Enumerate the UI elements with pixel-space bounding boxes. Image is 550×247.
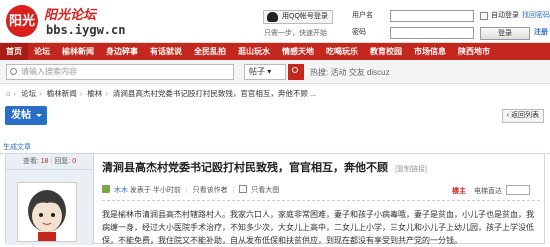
search-input[interactable]: 请输入搜索内容 xyxy=(6,64,234,80)
author-sidebar: 查看: 18 | 回复: 0 xyxy=(6,154,94,245)
views-count: 18 xyxy=(40,158,49,165)
breadcrumb-current: 清涧县高杰村党委书记殴打村民致残，官官相互，奔他不顾 ... xyxy=(112,89,317,98)
qq-login-label: 用QQ帐号登录 xyxy=(282,13,328,20)
hot-search-label: 热搜: xyxy=(310,68,329,77)
big-image-link[interactable]: 只看大图 xyxy=(251,187,279,194)
post-content: 我是榆林市清涧县高杰村辖路村人。我家六口人，家庭非常困难，妻子和孩子小病毒哦，妻… xyxy=(102,210,534,245)
post-main: 清涧县高杰村党委书记殴打村民致残，官官相互，奔他不顾 [复制链接] 木木 发表于… xyxy=(98,154,544,245)
author-name[interactable]: 木木 xyxy=(114,187,128,194)
thread-title: 清涧县高杰村党委书记殴打村民致残，官官相互，奔他不顾 [复制链接] xyxy=(102,159,427,175)
back-label: 返回列表 xyxy=(511,112,539,119)
post-time: 发表于 半小时前 xyxy=(129,187,181,194)
login-button[interactable]: 登录 xyxy=(480,27,530,40)
floor-label: 楼主 xyxy=(452,188,467,195)
hot-search: 热搜: 活动 交友 discuz xyxy=(310,67,390,78)
nav-item-talk[interactable]: 有话就说 xyxy=(144,43,188,60)
nav-item-photos[interactable]: 全民乱拍 xyxy=(188,43,232,60)
nav-item-emotion[interactable]: 情感天地 xyxy=(276,43,320,60)
qq-login-note: 只需一步，快速开始 xyxy=(264,30,327,37)
nav-item-travel[interactable]: 逛山玩水 xyxy=(232,43,276,60)
site-url: bbs.iygw.cn xyxy=(46,23,126,37)
username-input[interactable] xyxy=(390,10,474,22)
password-input[interactable] xyxy=(390,27,474,39)
new-post-label: 发帖 xyxy=(11,110,31,121)
auto-login-checkbox[interactable] xyxy=(480,12,488,20)
views-label: 查看: xyxy=(22,158,39,165)
nav-item-cities[interactable]: 陕西地市 xyxy=(452,43,496,60)
thread-post: 查看: 18 | 回复: 0 清涧县高杰村党委书记殴打村民致残，官官相互，奔他不… xyxy=(5,153,545,245)
avatar-image xyxy=(28,190,66,241)
search-type-label: 帖子 xyxy=(249,67,265,76)
replies-count: 0 xyxy=(72,158,77,165)
nav-item-yulin-news[interactable]: 榆林新闻 xyxy=(56,43,100,60)
thread-title-text: 清涧县高杰村党委书记殴打村民致残，官官相互，奔他不顾 xyxy=(102,162,388,174)
search-placeholder: 请输入搜索内容 xyxy=(21,67,77,76)
breadcrumb-item[interactable]: 论坛 xyxy=(21,89,36,98)
floor-jump-label: 电梯直达 xyxy=(474,188,503,195)
home-icon[interactable]: ⌂ xyxy=(6,89,11,98)
search-type-select[interactable]: 帖子 ▾ xyxy=(244,64,286,80)
nav-item-home[interactable]: 首页 xyxy=(0,43,28,60)
floor-info: 楼主 电梯直达 xyxy=(452,185,530,196)
breadcrumb-item[interactable]: 榆林新闻 xyxy=(47,89,77,98)
nav-item-education[interactable]: 教育校园 xyxy=(364,43,408,60)
qq-icon xyxy=(267,12,278,22)
breadcrumb-item[interactable]: 榆林 xyxy=(87,89,102,98)
site-header: 阳光 阳光论坛 bbs.iygw.cn 用QQ帐号登录 只需一步，快速开始 用户… xyxy=(0,0,550,43)
breadcrumb: ⌂ › 论坛 › 榆林新闻 › 榆林 › 清涧县高杰村党委书记殴打村民致残，官官相互，奔… xyxy=(6,89,317,98)
only-author-link[interactable]: 只看该作者 xyxy=(193,187,228,194)
floor-jump-input[interactable] xyxy=(506,185,530,195)
password-label: 密码 xyxy=(352,29,366,36)
search-button-icon xyxy=(292,67,298,73)
nav-item-food[interactable]: 吃喝玩乐 xyxy=(320,43,364,60)
site-name: 阳光论坛 xyxy=(44,8,97,23)
post-meta: 木木 发表于 半小时前 | 只看该作者 | 只看大图 xyxy=(102,185,279,195)
search-icon xyxy=(10,68,17,75)
search-button[interactable] xyxy=(288,64,304,80)
forgot-password-link[interactable]: 找回密码 xyxy=(522,10,550,22)
chevron-down-icon xyxy=(36,114,42,120)
hot-term[interactable]: 交友 xyxy=(349,68,365,77)
nav-item-forum[interactable]: 论坛 xyxy=(28,43,56,60)
hot-term[interactable]: discuz xyxy=(367,68,390,77)
new-post-button[interactable]: 发帖 xyxy=(5,106,47,125)
online-icon xyxy=(102,185,110,193)
thread-stats: 查看: 18 | 回复: 0 xyxy=(6,154,93,170)
avatar[interactable] xyxy=(17,182,77,242)
search-bar: 请输入搜索内容 帖子 ▾ 热搜: 活动 交友 discuz xyxy=(0,60,550,84)
register-link[interactable]: 注册 xyxy=(534,27,548,39)
username-label: 用户名 xyxy=(352,12,373,19)
thread-toolbar: 发帖 ‹ 返回列表 xyxy=(0,104,550,128)
main-nav: 首页 论坛 榆林新闻 身边碎事 有话就说 全民乱拍 逛山玩水 情感天地 吃喝玩乐… xyxy=(0,43,550,60)
back-to-list-button[interactable]: ‹ 返回列表 xyxy=(501,109,544,123)
nav-item-local[interactable]: 身边碎事 xyxy=(100,43,144,60)
image-icon xyxy=(239,185,248,193)
nav-item-market[interactable]: 市场信息 xyxy=(408,43,452,60)
auto-login-label: 自动登录 xyxy=(491,12,519,19)
site-logo[interactable]: 阳光 xyxy=(6,5,38,37)
copy-link-button[interactable]: [复制链接] xyxy=(395,166,427,173)
logo-text: 阳光 xyxy=(8,13,35,28)
hot-term[interactable]: 活动 xyxy=(330,68,346,77)
replies-label: 回复: xyxy=(54,158,71,165)
qq-login-button[interactable]: 用QQ帐号登录 xyxy=(263,10,333,24)
